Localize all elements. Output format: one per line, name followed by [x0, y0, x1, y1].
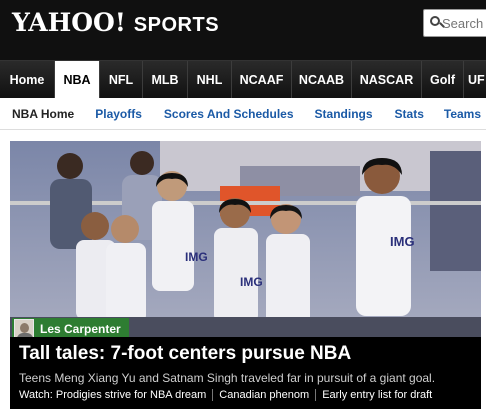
nav-nascar[interactable]: NASCAR [352, 61, 422, 99]
nav-mlb[interactable]: MLB [143, 61, 188, 99]
feature-summary: Teens Meng Xiang Yu and Satnam Singh tra… [19, 371, 436, 385]
nav-nba[interactable]: NBA [55, 61, 100, 99]
search-icon [430, 16, 445, 30]
feature-headline[interactable]: Tall tales: 7-foot centers pursue NBA [19, 343, 351, 365]
nav-nfl[interactable]: NFL [100, 61, 143, 99]
nav-home[interactable]: Home [0, 61, 55, 99]
jersey-text-3: IMG [390, 234, 415, 249]
nav-ncaaf[interactable]: NCAAF [232, 61, 292, 99]
subnav-standings[interactable]: Standings [315, 107, 373, 121]
search-box[interactable] [423, 9, 486, 37]
related-divider [315, 389, 317, 401]
jersey-text-2: IMG [240, 275, 263, 289]
nba-subnav: NBA Home Playoffs Scores And Schedules S… [0, 98, 486, 130]
nav-golf[interactable]: Golf [422, 61, 464, 99]
feature-photo[interactable]: IMG IMG IMG [10, 141, 481, 337]
nav-nhl[interactable]: NHL [188, 61, 232, 99]
related-link-watch[interactable]: Watch: Prodigies strive for NBA dream [19, 389, 206, 401]
subnav-scores-and-schedules[interactable]: Scores And Schedules [164, 107, 294, 121]
search-input[interactable] [442, 15, 486, 31]
site-header: YAHOO! SPORTS [0, 0, 486, 60]
feature-story[interactable]: IMG IMG IMG Les Carpenter Tall tales: 7-… [10, 141, 481, 409]
yahoo-sports-logo[interactable]: YAHOO! SPORTS [12, 8, 219, 38]
author-avatar [14, 319, 34, 339]
jersey-text-1: IMG [185, 250, 208, 264]
logo-yahoo-text: YAHOO! [12, 8, 126, 37]
related-divider [212, 389, 214, 401]
logo-sports-text: SPORTS [133, 14, 220, 36]
related-link-early-entry[interactable]: Early entry list for draft [322, 389, 432, 401]
related-links: Watch: Prodigies strive for NBA dream Ca… [19, 389, 432, 401]
nav-ncaab[interactable]: NCAAB [292, 61, 352, 99]
subnav-nba-home[interactable]: NBA Home [12, 107, 74, 121]
sports-nav: Home NBA NFL MLB NHL NCAAF NCAAB NASCAR … [0, 60, 486, 99]
author-name: Les Carpenter [40, 322, 121, 336]
nav-more[interactable]: UF [464, 61, 486, 99]
subnav-teams[interactable]: Teams [444, 107, 481, 121]
subnav-playoffs[interactable]: Playoffs [95, 107, 142, 121]
related-link-canadian-phenom[interactable]: Canadian phenom [219, 389, 309, 401]
subnav-stats[interactable]: Stats [395, 107, 424, 121]
